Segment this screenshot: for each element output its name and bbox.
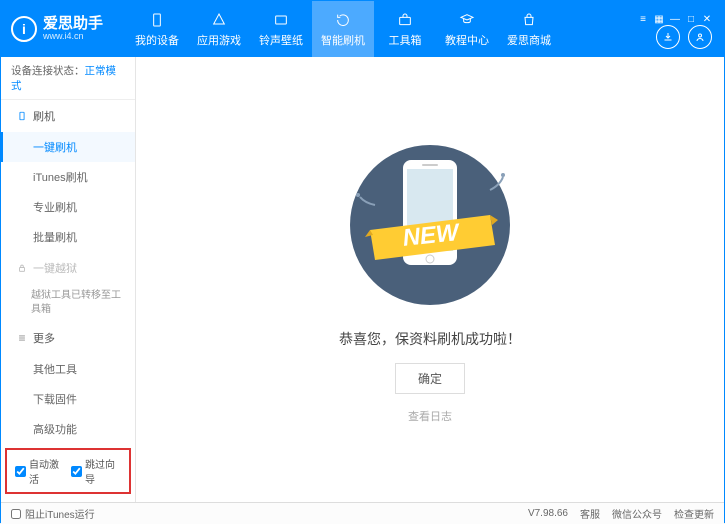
skin-icon[interactable]: ▦ <box>652 14 666 25</box>
sidebar-item-batch-flash[interactable]: 批量刷机 <box>1 222 135 252</box>
sidebar-item-other-tools[interactable]: 其他工具 <box>1 354 135 384</box>
section-label: 更多 <box>33 330 55 346</box>
window-controls: ≡ ▦ — □ ✕ <box>636 10 714 25</box>
phone-icon <box>17 111 27 121</box>
nav-ringtone[interactable]: 铃声壁纸 <box>250 1 312 57</box>
block-itunes-checkbox[interactable]: 阻止iTunes运行 <box>11 506 95 521</box>
minimize-icon[interactable]: — <box>668 14 682 25</box>
nav-toolbox[interactable]: 工具箱 <box>374 1 436 57</box>
wechat-link[interactable]: 微信公众号 <box>612 506 662 521</box>
success-message: 恭喜您，保资料刷机成功啦！ <box>339 329 521 349</box>
flash-icon <box>334 11 352 29</box>
version-label: V7.98.66 <box>528 508 568 519</box>
sidebar-item-download-fw[interactable]: 下载固件 <box>1 384 135 414</box>
main-content: NEW 恭喜您，保资料刷机成功啦！ 确定 查看日志 <box>136 57 724 502</box>
wallpaper-icon <box>272 11 290 29</box>
jailbreak-note: 越狱工具已转移至工具箱 <box>1 284 135 322</box>
sidebar-section-jailbreak[interactable]: 一键越狱 <box>1 252 135 284</box>
sidebar-section-more[interactable]: 更多 <box>1 322 135 354</box>
menu-icon[interactable]: ≡ <box>636 14 650 25</box>
lock-icon <box>17 263 27 273</box>
checkbox-label: 自动激活 <box>29 456 65 486</box>
list-icon <box>17 333 27 343</box>
service-link[interactable]: 客服 <box>580 506 600 521</box>
close-icon[interactable]: ✕ <box>700 14 714 25</box>
tutorial-icon <box>458 11 476 29</box>
nav-label: 工具箱 <box>389 32 422 48</box>
logo-area: i 爱思助手 www.i4.cn <box>11 16 126 42</box>
footer: 阻止iTunes运行 V7.98.66 客服 微信公众号 检查更新 <box>1 502 724 524</box>
status-label: 设备连接状态： <box>11 65 85 77</box>
nav-tutorial[interactable]: 教程中心 <box>436 1 498 57</box>
logo-icon: i <box>11 16 37 42</box>
maximize-icon[interactable]: □ <box>684 14 698 25</box>
footer-right: V7.98.66 客服 微信公众号 检查更新 <box>528 506 714 521</box>
checkbox-label: 跳过向导 <box>85 456 121 486</box>
nav-label: 教程中心 <box>445 32 489 48</box>
section-label: 刷机 <box>33 108 55 124</box>
section-label: 一键越狱 <box>33 260 77 276</box>
app-title: 爱思助手 <box>43 16 103 33</box>
main-nav: 我的设备 应用游戏 铃声壁纸 智能刷机 工具箱 教程中心 爱思商城 <box>126 1 636 57</box>
user-icon[interactable] <box>688 25 712 49</box>
sidebar-section-flash[interactable]: 刷机 <box>1 100 135 132</box>
nav-label: 应用游戏 <box>197 32 241 48</box>
logo-text: 爱思助手 www.i4.cn <box>43 16 103 42</box>
titlebar: i 爱思助手 www.i4.cn 我的设备 应用游戏 铃声壁纸 智能刷机 工具箱 <box>1 1 724 57</box>
skip-guide-checkbox[interactable]: 跳过向导 <box>71 456 121 486</box>
nav-label: 爱思商城 <box>507 32 551 48</box>
toolbox-icon <box>396 11 414 29</box>
connection-status: 设备连接状态：正常模式 <box>1 57 135 100</box>
nav-label: 铃声壁纸 <box>259 32 303 48</box>
nav-store[interactable]: 爱思商城 <box>498 1 560 57</box>
download-icon[interactable] <box>656 25 680 49</box>
device-icon <box>148 11 166 29</box>
apps-icon <box>210 11 228 29</box>
right-circle-buttons <box>656 25 712 49</box>
body-area: 设备连接状态：正常模式 刷机 一键刷机 iTunes刷机 专业刷机 批量刷机 一… <box>1 57 724 502</box>
app-url: www.i4.cn <box>43 32 103 42</box>
store-icon <box>520 11 538 29</box>
sidebar-item-advanced[interactable]: 高级功能 <box>1 414 135 444</box>
options-highlight-box: 自动激活 跳过向导 <box>5 448 131 494</box>
confirm-button[interactable]: 确定 <box>395 363 465 394</box>
sidebar: 设备连接状态：正常模式 刷机 一键刷机 iTunes刷机 专业刷机 批量刷机 一… <box>1 57 136 502</box>
auto-activate-checkbox[interactable]: 自动激活 <box>15 456 65 486</box>
nav-label: 我的设备 <box>135 32 179 48</box>
device-info: iPhone 12 mini 64GB Down-12mini-13,1 <box>1 498 135 502</box>
nav-flash[interactable]: 智能刷机 <box>312 1 374 57</box>
checkbox-label: 阻止iTunes运行 <box>25 506 95 521</box>
view-log-link[interactable]: 查看日志 <box>408 408 452 424</box>
sidebar-item-itunes-flash[interactable]: iTunes刷机 <box>1 162 135 192</box>
nav-my-device[interactable]: 我的设备 <box>126 1 188 57</box>
sidebar-item-pro-flash[interactable]: 专业刷机 <box>1 192 135 222</box>
success-illustration: NEW <box>315 135 545 315</box>
check-update-link[interactable]: 检查更新 <box>674 506 714 521</box>
nav-apps[interactable]: 应用游戏 <box>188 1 250 57</box>
sidebar-item-oneclick-flash[interactable]: 一键刷机 <box>1 132 135 162</box>
nav-label: 智能刷机 <box>321 32 365 48</box>
